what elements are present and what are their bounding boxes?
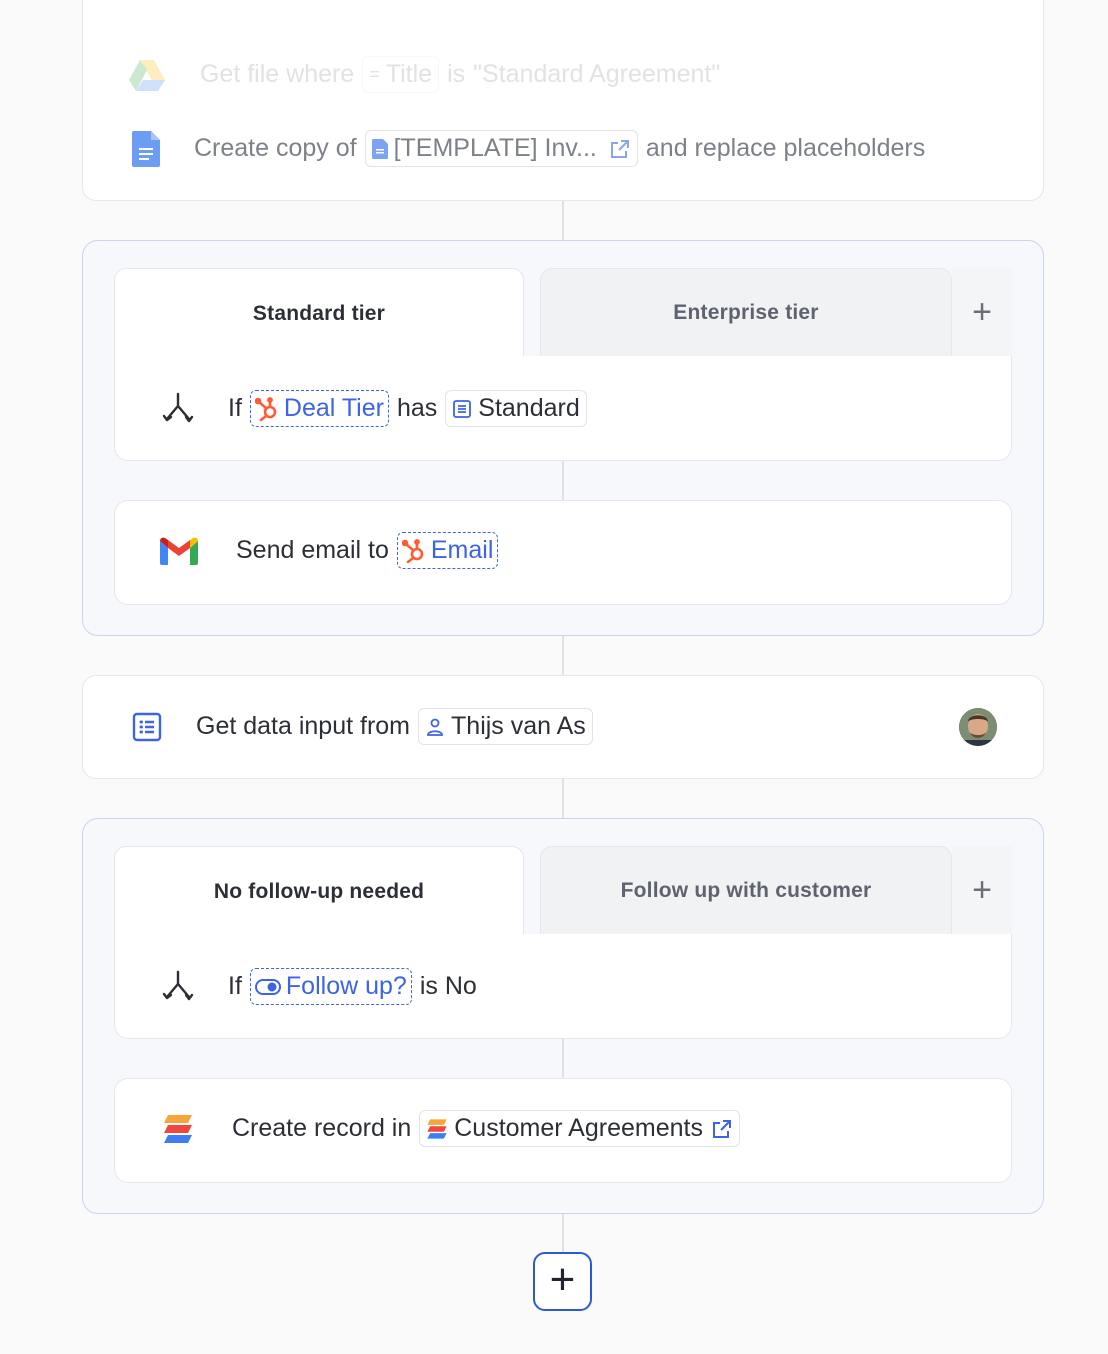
connector (562, 1214, 564, 1254)
get-file-prefix: Get file where (200, 60, 355, 88)
condition-row: If Follow up? is No (162, 968, 477, 1005)
branch-split-icon (162, 392, 194, 426)
form-icon (132, 712, 162, 742)
get-file-row[interactable]: Get file where = Title is "Standard Agre… (128, 56, 720, 93)
data-input-prefix: Get data input from (196, 712, 411, 740)
list-icon (452, 399, 472, 419)
send-email-prefix: Send email to (236, 536, 389, 564)
create-copy-prefix: Create copy of (194, 134, 357, 162)
airtable-stack-icon (426, 1118, 448, 1140)
person-chip[interactable]: Thijs van As (418, 708, 593, 745)
tab-no-follow-up[interactable]: No follow-up needed (114, 846, 524, 936)
connector (562, 779, 564, 819)
is-operator: is (447, 60, 466, 88)
send-email-row: Send email to Email (160, 532, 499, 569)
standard-value-chip[interactable]: Standard (445, 390, 587, 427)
google-drive-icon (128, 58, 166, 92)
plus-icon: + (972, 870, 992, 909)
email-variable[interactable]: Email (396, 532, 499, 569)
avatar[interactable] (959, 708, 997, 746)
add-branch-button[interactable]: + (952, 268, 1012, 356)
template-file-chip[interactable]: [TEMPLATE] Inv... (364, 130, 638, 167)
external-link-icon[interactable] (609, 138, 631, 160)
external-link-icon[interactable] (711, 1118, 733, 1140)
connector (562, 636, 564, 676)
follow-up-variable[interactable]: Follow up? (249, 968, 412, 1005)
branch-split-icon (162, 970, 194, 1004)
create-record-row: Create record in Customer Agreements (162, 1110, 740, 1147)
title-field-chip[interactable]: = Title (362, 56, 440, 93)
condition-row: If Deal Tier has Standard (162, 390, 587, 427)
text-field-icon: = (369, 64, 380, 84)
connector (562, 461, 564, 501)
data-input-row: Get data input from Thijs van As (132, 708, 593, 745)
add-step-button[interactable]: + (533, 1252, 592, 1311)
tab-follow-up-customer[interactable]: Follow up with customer (540, 846, 952, 935)
tab-standard-tier[interactable]: Standard tier (114, 268, 524, 358)
has-operator: has (396, 394, 438, 422)
doc-icon (371, 138, 388, 159)
person-icon (425, 717, 445, 737)
if-label: If (228, 972, 242, 1000)
connector (562, 1039, 564, 1079)
connector (562, 201, 564, 241)
toggle-icon (254, 978, 281, 995)
create-copy-row[interactable]: Create copy of [TEMPLATE] Inv... and rep… (132, 130, 925, 167)
if-label: If (228, 394, 242, 422)
gmail-icon (160, 537, 198, 565)
is-no-operator: is No (419, 972, 477, 1000)
title-value: "Standard Agreement" (473, 60, 721, 88)
create-record-prefix: Create record in (232, 1114, 412, 1142)
hubspot-icon (254, 396, 279, 422)
add-branch-button[interactable]: + (952, 846, 1012, 934)
create-copy-suffix: and replace placeholders (645, 134, 926, 162)
google-docs-icon (132, 130, 160, 167)
hubspot-icon (401, 538, 426, 564)
tab-enterprise-tier[interactable]: Enterprise tier (540, 268, 952, 357)
plus-icon: + (549, 1254, 576, 1304)
customer-agreements-chip[interactable]: Customer Agreements (419, 1110, 740, 1147)
airtable-stack-icon (162, 1113, 194, 1145)
plus-icon: + (972, 292, 992, 331)
top-step-card (82, 0, 1044, 201)
deal-tier-variable[interactable]: Deal Tier (249, 390, 389, 427)
